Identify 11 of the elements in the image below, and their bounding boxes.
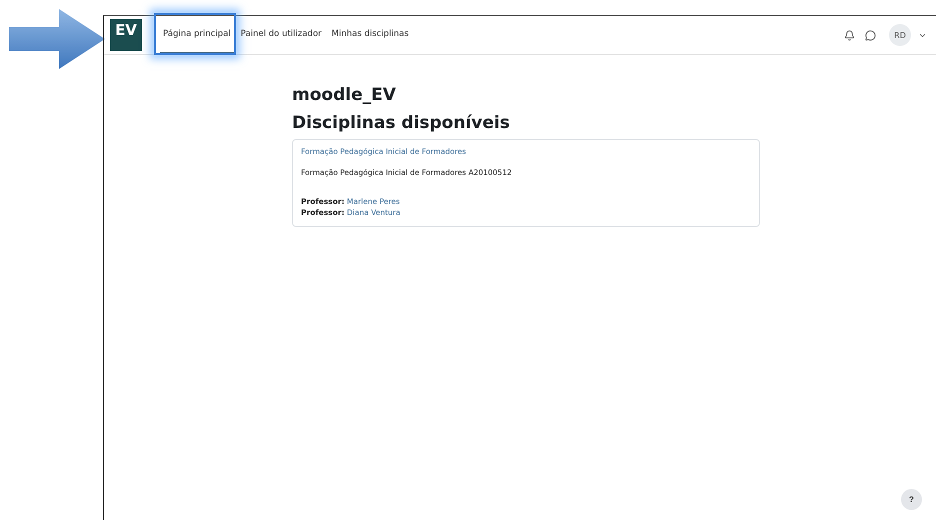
help-button[interactable]: ?: [901, 489, 922, 510]
chat-bubble-icon[interactable]: [865, 30, 876, 40]
section-title: Disciplinas disponíveis: [292, 113, 511, 133]
logo[interactable]: EV: [110, 19, 142, 51]
arrow-icon: [9, 9, 105, 69]
user-avatar[interactable]: RD: [889, 24, 911, 46]
nav-link[interactable]: Minhas disciplinas: [328, 16, 412, 54]
nav-link[interactable]: Página principal: [160, 16, 234, 54]
bell-icon[interactable]: [844, 30, 855, 40]
site-title: moodle_EV: [292, 85, 397, 105]
nav-link[interactable]: Painel do utilizador: [238, 16, 325, 54]
